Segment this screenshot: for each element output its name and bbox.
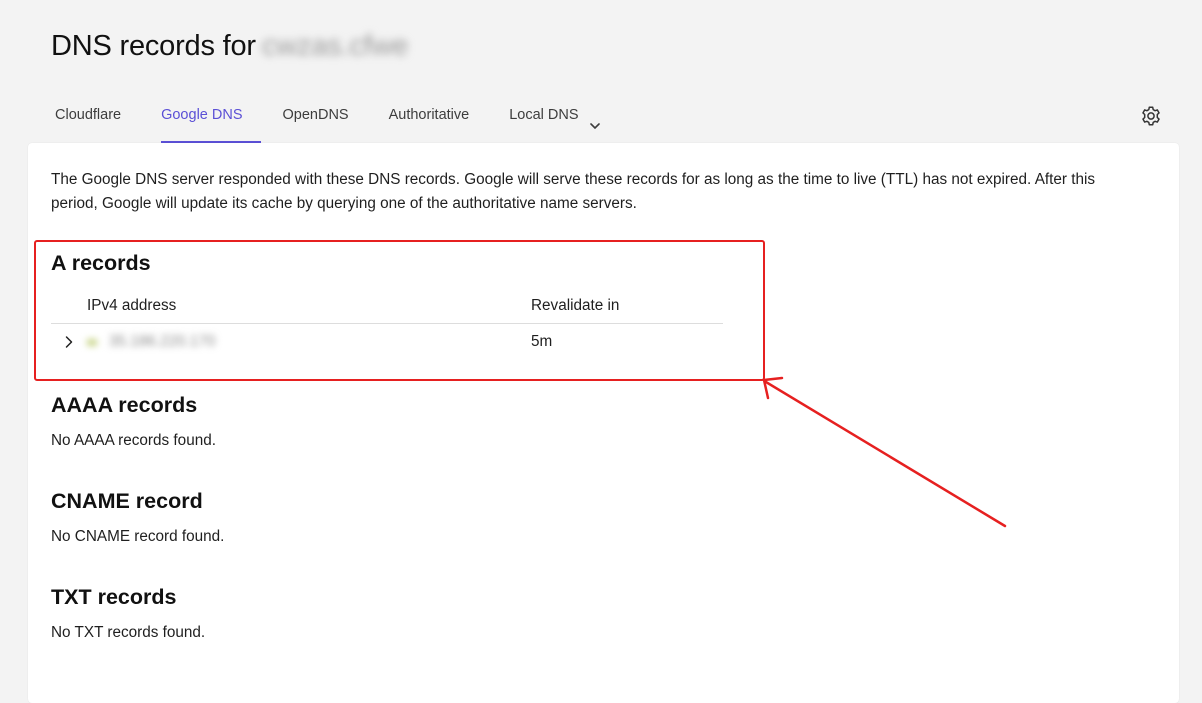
column-header-ipv4: IPv4 address [87, 297, 177, 314]
resolver-tabs: Cloudflare Google DNS OpenDNS Authoritat… [28, 96, 621, 143]
a-records-heading: A records [51, 251, 151, 275]
tab-label: Authoritative [388, 107, 470, 123]
chevron-right-icon[interactable] [61, 334, 77, 350]
column-header-revalidate: Revalidate in [531, 297, 620, 314]
tab-google-dns[interactable]: Google DNS [141, 96, 262, 143]
flag-icon [87, 339, 97, 346]
tab-authoritative[interactable]: Authoritative [369, 96, 490, 143]
aaaa-records-heading: AAAA records [51, 393, 198, 417]
page-title-domain: cwzas.cfwe [261, 30, 409, 62]
cname-record-heading: CNAME record [51, 489, 203, 513]
revalidate-value: 5m [531, 333, 553, 350]
tab-opendns[interactable]: OpenDNS [263, 96, 369, 143]
tab-label: Local DNS [509, 107, 579, 123]
tab-local-dns[interactable]: Local DNS [489, 96, 620, 143]
txt-records-empty: No TXT records found. [51, 624, 206, 641]
tab-label: OpenDNS [282, 107, 349, 123]
intro-text: The Google DNS server responded with the… [51, 171, 1096, 212]
tab-label: Cloudflare [55, 107, 122, 123]
txt-records-heading: TXT records [51, 585, 177, 609]
page-title-prefix: DNS records for [51, 30, 256, 62]
tab-label: Google DNS [161, 107, 243, 123]
table-divider [51, 323, 723, 324]
records-card: The Google DNS server responded with the… [28, 143, 1179, 703]
tab-cloudflare[interactable]: Cloudflare [28, 96, 141, 143]
page-title: DNS records for cwzas.cfwe [51, 30, 408, 63]
gear-icon[interactable] [1139, 104, 1163, 128]
aaaa-records-empty: No AAAA records found. [51, 432, 216, 449]
ipv4-address: 35.186.220.170 [87, 333, 215, 351]
cname-record-empty: No CNAME record found. [51, 528, 225, 545]
chevron-down-icon [589, 109, 601, 147]
ipv4-address-text: 35.186.220.170 [109, 333, 216, 350]
